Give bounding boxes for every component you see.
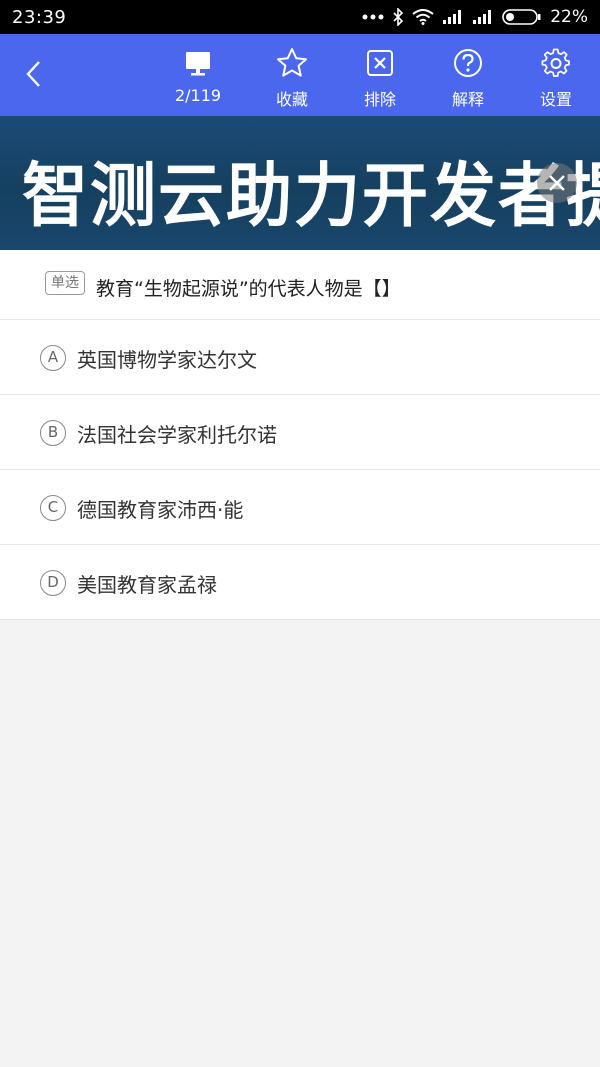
question-type-badge: 单选 bbox=[45, 271, 85, 295]
monitor-icon bbox=[186, 52, 210, 76]
top-toolbar: 2/119 收藏 排除 解释 设置 bbox=[0, 34, 600, 116]
explain-label: 解释 bbox=[451, 90, 484, 109]
option-text: 法国社会学家利托尔诺 bbox=[77, 423, 277, 447]
favorite-button[interactable]: 收藏 bbox=[252, 44, 332, 110]
settings-button[interactable]: 设置 bbox=[516, 44, 596, 110]
option-text: 英国博物学家达尔文 bbox=[77, 348, 257, 372]
exclude-button[interactable]: 排除 bbox=[340, 44, 420, 110]
help-circle-icon bbox=[454, 49, 482, 77]
close-icon bbox=[549, 175, 565, 191]
chevron-left-icon bbox=[26, 61, 40, 87]
banner-close-button[interactable] bbox=[537, 163, 577, 203]
close-box-icon bbox=[367, 50, 393, 76]
signal-icon bbox=[473, 10, 492, 24]
progress-button[interactable]: 2/119 bbox=[158, 44, 238, 110]
question-card: 单选 教育“生物起源说”的代表人物是【】 A 英国博物学家达尔文 B 法国社会学… bbox=[0, 250, 600, 620]
settings-label: 设置 bbox=[539, 90, 572, 109]
ad-banner[interactable]: 智测云助力开发者提 bbox=[0, 116, 600, 250]
back-button[interactable] bbox=[16, 56, 52, 92]
option-letter: C bbox=[40, 495, 66, 521]
battery-icon bbox=[502, 9, 541, 25]
progress-label: 2/119 bbox=[174, 86, 222, 105]
status-icons: 22% bbox=[362, 7, 588, 27]
option-d[interactable]: D 美国教育家孟禄 bbox=[0, 545, 600, 620]
option-text: 美国教育家孟禄 bbox=[77, 573, 217, 597]
signal-icon bbox=[443, 10, 462, 24]
star-icon bbox=[277, 48, 307, 77]
wifi-icon bbox=[412, 9, 434, 25]
bluetooth-icon bbox=[393, 8, 404, 26]
question-text: 教育“生物起源说”的代表人物是【】 bbox=[96, 278, 401, 300]
status-bar: 23:39 22% bbox=[0, 0, 600, 34]
explain-button[interactable]: 解释 bbox=[428, 44, 508, 110]
banner-text: 智测云助力开发者提 bbox=[22, 155, 600, 237]
option-text: 德国教育家沛西·能 bbox=[77, 498, 244, 522]
option-c[interactable]: C 德国教育家沛西·能 bbox=[0, 470, 600, 545]
status-time: 23:39 bbox=[12, 6, 67, 28]
option-b[interactable]: B 法国社会学家利托尔诺 bbox=[0, 395, 600, 470]
gear-icon bbox=[541, 48, 570, 77]
more-dots-icon bbox=[362, 14, 384, 20]
option-letter: A bbox=[40, 345, 66, 371]
option-letter: B bbox=[40, 420, 66, 446]
question-header: 单选 教育“生物起源说”的代表人物是【】 bbox=[0, 250, 600, 320]
favorite-label: 收藏 bbox=[275, 90, 308, 109]
option-letter: D bbox=[40, 570, 66, 596]
option-a[interactable]: A 英国博物学家达尔文 bbox=[0, 320, 600, 395]
exclude-label: 排除 bbox=[363, 90, 396, 109]
battery-percent: 22% bbox=[550, 7, 588, 27]
